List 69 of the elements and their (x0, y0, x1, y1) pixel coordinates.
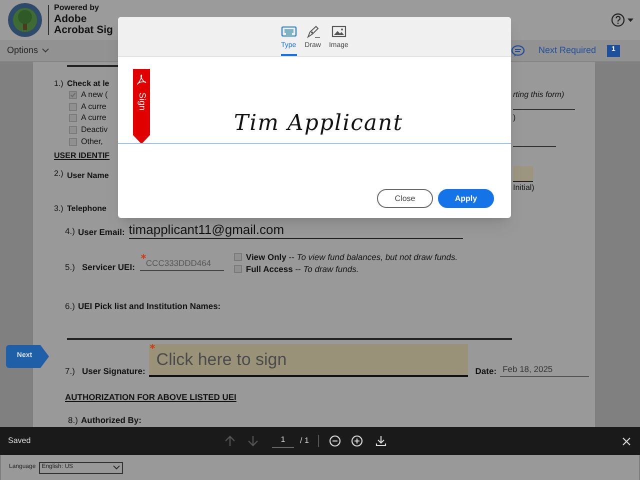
apply-button[interactable]: Apply (438, 189, 494, 208)
typed-signature: Tim Applicant (234, 110, 404, 138)
question-number: 2.) (54, 168, 64, 180)
zoom-out-icon[interactable] (328, 435, 341, 447)
page-total: / 1 (300, 435, 309, 447)
options-menu[interactable]: Options (7, 44, 50, 58)
instruction-text: rting this form) (513, 89, 564, 102)
question-label: Servicer UEI: (82, 261, 135, 274)
uei-field[interactable]: CCC333DDD464 (140, 253, 224, 272)
question-label: User Signature: (82, 365, 146, 378)
acrobat-icon (136, 74, 147, 85)
sign-flag-label: Sign (137, 92, 146, 110)
checkbox[interactable] (234, 265, 242, 274)
section-heading: AUTHORIZATION FOR ABOVE LISTED UEI (65, 391, 236, 404)
page-number-field[interactable]: 1 (272, 434, 294, 448)
image-icon (330, 24, 347, 38)
access-option-text: Full Access -- To draw funds. (246, 263, 359, 276)
seal-logo (7, 2, 43, 38)
option-label: A new ( (81, 89, 108, 102)
signature-field[interactable]: Click here to sign (149, 344, 468, 377)
caret-icon[interactable] (627, 18, 634, 22)
comment-icon[interactable] (511, 44, 526, 56)
checkbox[interactable] (69, 114, 77, 122)
checkbox[interactable] (234, 253, 242, 262)
option-label: A curre (81, 112, 106, 124)
question-number: 6.) (65, 300, 76, 312)
date-label: Date: (475, 365, 497, 378)
download-icon[interactable] (374, 435, 387, 447)
question-number: 4.) (65, 224, 76, 238)
option-label: Other, (81, 136, 103, 148)
question-label: User Email: (78, 226, 125, 238)
chevron-down-icon (112, 465, 120, 470)
access-option-text: View Only -- To view fund balances, but not draw funds. (246, 251, 458, 264)
email-field[interactable]: timapplicant11@gmail.com (128, 222, 463, 240)
option-label: A curre (81, 100, 106, 113)
chevron-down-icon (42, 48, 50, 53)
section-heading: USER IDENTIF (54, 150, 110, 162)
brand-name: Adobe (54, 14, 87, 26)
next-required-button[interactable]: Next Required (538, 44, 596, 58)
brand-name: Acrobat Sig (54, 25, 113, 36)
hint-text: Initial) (513, 182, 534, 192)
parenthesis-text: ) (513, 112, 516, 124)
question-label: UEI Pick list and Institution Names: (78, 300, 221, 312)
question-number: 8.) (68, 414, 79, 427)
checkbox[interactable] (69, 102, 77, 111)
checkbox[interactable] (69, 126, 77, 134)
help-icon[interactable] (611, 13, 625, 27)
question-label: Authorized By: (81, 414, 142, 427)
close-button[interactable]: Close (377, 189, 433, 208)
initial-field[interactable] (513, 166, 533, 182)
arrow-up-icon[interactable] (224, 435, 236, 447)
question-number: 1.) (54, 78, 64, 90)
zoom-in-icon[interactable] (350, 435, 363, 447)
question-label: Telephone (67, 202, 106, 215)
option-label: Deactiv (81, 124, 108, 136)
keyboard-icon (280, 24, 297, 38)
question-number: 7.) (65, 365, 76, 378)
question-label: User Name (67, 170, 110, 182)
question-label: Check at le (67, 78, 110, 90)
question-number: 3.) (54, 202, 64, 215)
checkbox[interactable] (69, 138, 77, 146)
question-number: 5.) (65, 261, 76, 274)
arrow-down-icon[interactable] (247, 435, 259, 447)
pen-icon (304, 24, 321, 38)
checkbox[interactable] (69, 91, 77, 100)
date-field: Feb 18, 2025 (500, 363, 589, 377)
powered-by-text: Powered by (54, 4, 100, 12)
save-status: Saved (8, 435, 31, 447)
close-icon[interactable] (622, 436, 631, 446)
